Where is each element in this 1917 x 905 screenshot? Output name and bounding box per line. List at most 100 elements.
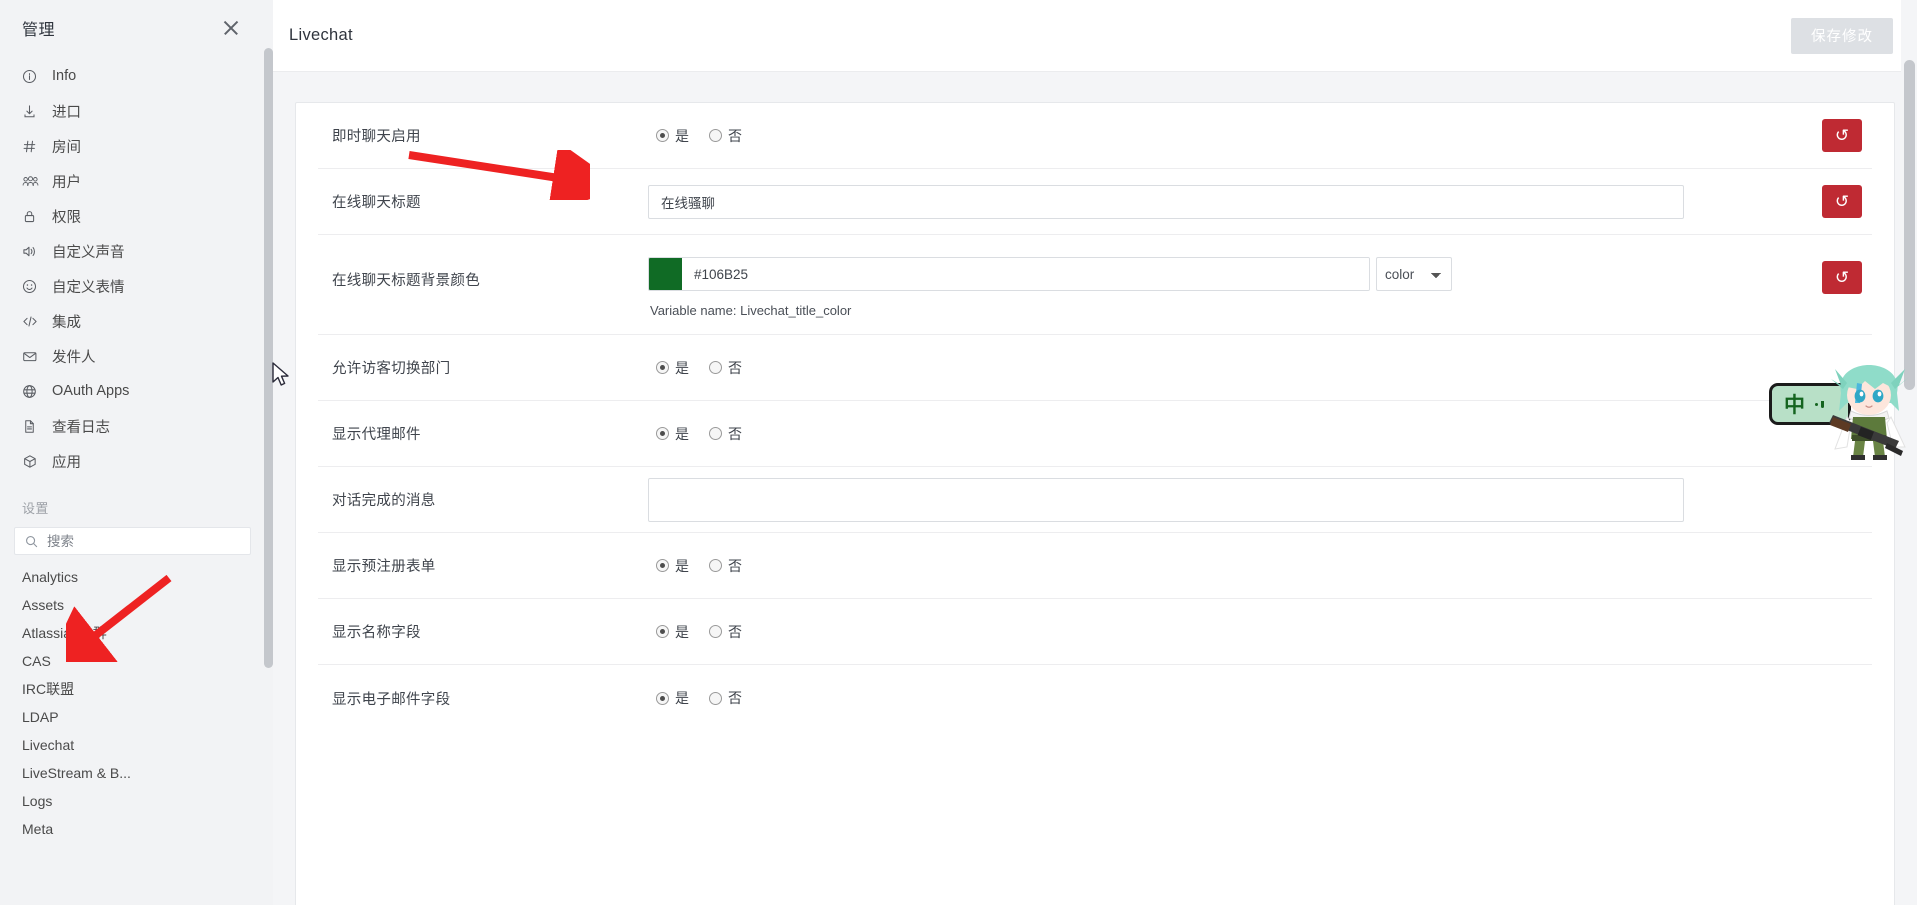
radio-option-yes[interactable]: 是	[656, 688, 689, 708]
search-input[interactable]	[47, 533, 242, 549]
settings-section-label: 设置	[22, 501, 49, 516]
radio-option-yes[interactable]: 是	[656, 126, 689, 146]
livechat-title-input[interactable]	[648, 184, 1684, 219]
radio-no-icon[interactable]	[709, 427, 722, 440]
color-field[interactable]	[648, 257, 1370, 291]
sidebar-item-label: 进口	[52, 104, 81, 121]
save-button[interactable]: 保存修改	[1791, 17, 1893, 54]
radio-yes-icon[interactable]	[656, 427, 669, 440]
color-hex-input[interactable]	[682, 258, 1369, 290]
sidebar-item-users[interactable]: 用户	[0, 167, 265, 195]
radio-yes-icon[interactable]	[656, 559, 669, 572]
settings-item-livechat[interactable]: Livechat	[0, 735, 265, 756]
radio-group: 是 否	[648, 424, 1782, 444]
setting-label: 显示名称字段	[332, 625, 421, 641]
admin-sidebar: 管理 Info 进口 房间 用户 权限 自定义声音 自定义表情 集成 发件人 O…	[0, 0, 273, 905]
settings-item-irc-federation[interactable]: IRC联盟	[0, 679, 265, 700]
radio-option-yes[interactable]: 是	[656, 622, 689, 642]
radio-no-icon[interactable]	[709, 691, 722, 705]
sound-icon	[22, 244, 44, 259]
sidebar-item-custom-emoji[interactable]: 自定义表情	[0, 272, 265, 300]
settings-item-cas[interactable]: CAS	[0, 651, 265, 672]
setting-label: 显示代理邮件	[332, 427, 421, 443]
radio-option-no[interactable]: 否	[709, 424, 742, 444]
radio-option-no[interactable]: 否	[709, 126, 742, 146]
sidebar-item-mailer[interactable]: 发件人	[0, 342, 265, 370]
sidebar-item-info[interactable]: Info	[0, 62, 265, 90]
sidebar-item-rooms[interactable]: 房间	[0, 132, 265, 160]
settings-item-ldap[interactable]: LDAP	[0, 707, 265, 728]
sidebar-item-apps[interactable]: 应用	[0, 447, 265, 475]
search-icon	[23, 533, 39, 549]
radio-option-no[interactable]: 否	[709, 556, 742, 576]
radio-option-yes[interactable]: 是	[656, 358, 689, 378]
radio-no-icon[interactable]	[709, 129, 722, 142]
sidebar-item-custom-sounds[interactable]: 自定义声音	[0, 237, 265, 265]
color-type-select[interactable]: color expression	[1376, 257, 1452, 291]
radio-option-no[interactable]: 否	[709, 358, 742, 378]
radio-option-yes[interactable]: 是	[656, 556, 689, 576]
radio-no-icon[interactable]	[709, 559, 722, 572]
close-icon[interactable]	[221, 18, 241, 38]
sidebar-item-label: 自定义声音	[52, 244, 125, 261]
settings-item-logs[interactable]: Logs	[0, 791, 265, 812]
radio-group: 是 否	[648, 622, 1782, 642]
radio-yes-icon[interactable]	[656, 691, 669, 705]
settings-item-assets[interactable]: Assets	[0, 595, 265, 616]
radio-yes-label: 是	[675, 690, 689, 706]
color-control: color expression	[648, 257, 1782, 291]
sidebar-scrollbar-thumb[interactable]	[264, 48, 273, 668]
sidebar-nav: Info 进口 房间 用户 权限 自定义声音 自定义表情 集成 发件人 OAut…	[0, 56, 265, 475]
radio-option-no[interactable]: 否	[709, 622, 742, 642]
radio-option-no[interactable]: 否	[709, 688, 742, 708]
setting-label: 在线聊天标题	[332, 195, 421, 211]
setting-reset: ↺	[1782, 257, 1872, 294]
settings-item-analytics[interactable]: Analytics	[0, 567, 265, 588]
sidebar-item-import[interactable]: 进口	[0, 97, 265, 125]
radio-yes-label: 是	[675, 557, 689, 574]
sidebar-item-view-logs[interactable]: 查看日志	[0, 412, 265, 440]
sidebar-item-oauth-apps[interactable]: OAuth Apps	[0, 377, 265, 405]
hash-icon	[22, 139, 44, 154]
color-swatch[interactable]	[649, 258, 682, 290]
radio-no-icon[interactable]	[709, 361, 722, 374]
radio-group: 是 否	[648, 556, 1782, 576]
sidebar-item-integrations[interactable]: 集成	[0, 307, 265, 335]
variable-name-hint: Variable name: Livechat_title_color	[650, 303, 852, 318]
radio-yes-label: 是	[675, 623, 689, 640]
setting-row-show-name-field: 显示名称字段 是 否	[318, 599, 1872, 665]
reset-button[interactable]: ↺	[1822, 261, 1862, 294]
setting-control: 是 否	[648, 126, 1782, 146]
sidebar-item-permissions[interactable]: 权限	[0, 202, 265, 230]
conversation-finished-message-input[interactable]	[648, 477, 1684, 522]
settings-scroll-area: 即时聊天启用 是 否 ↺ 在线聊天标题 在线骚聊 ↺ 在线聊天标题背景颜色 #1…	[273, 72, 1917, 905]
radio-yes-icon[interactable]	[656, 625, 669, 638]
setting-row-livechat-enabled: 即时聊天启用 是 否 ↺	[318, 103, 1872, 169]
radio-option-yes[interactable]: 是	[656, 424, 689, 444]
radio-no-icon[interactable]	[709, 625, 722, 638]
radio-yes-icon[interactable]	[656, 129, 669, 142]
sidebar-scrollbar[interactable]	[264, 0, 273, 905]
mail-icon	[22, 349, 44, 364]
setting-row-livechat-title: 在线聊天标题 ↺	[318, 169, 1872, 235]
setting-label: 在线聊天标题背景颜色	[332, 273, 480, 289]
reset-button[interactable]: ↺	[1822, 185, 1862, 218]
radio-no-label: 否	[728, 690, 742, 706]
settings-item-meta[interactable]: Meta	[0, 819, 265, 840]
reset-button[interactable]: ↺	[1822, 119, 1862, 152]
setting-control: color expression Variable name: Livechat…	[648, 257, 1782, 318]
users-icon	[22, 174, 44, 189]
code-icon	[22, 314, 44, 329]
radio-yes-label: 是	[675, 425, 689, 442]
setting-row-livechat-title-color: 在线聊天标题背景颜色 color expression	[318, 235, 1872, 335]
sidebar-search[interactable]	[14, 527, 251, 555]
sidebar-item-label: Info	[52, 68, 77, 84]
main-scrollbar[interactable]	[1901, 0, 1917, 905]
settings-nav: Analytics Assets Atlassian人群 CAS IRC联盟 L…	[0, 565, 265, 840]
radio-no-label: 否	[728, 127, 742, 144]
radio-yes-icon[interactable]	[656, 361, 669, 374]
main-scrollbar-thumb[interactable]	[1904, 60, 1915, 390]
settings-item-atlassian-crowd[interactable]: Atlassian人群	[0, 623, 265, 644]
settings-item-livestream[interactable]: LiveStream & B...	[0, 763, 265, 784]
setting-label: 允许访客切换部门	[332, 361, 451, 377]
